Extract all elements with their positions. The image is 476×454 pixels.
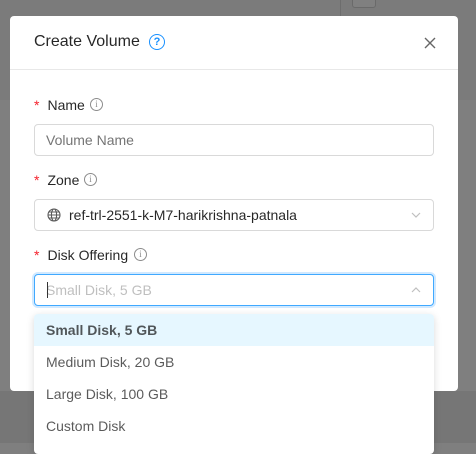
modal-header: Create Volume ? — [10, 16, 458, 70]
zone-label-text: Zone — [47, 172, 80, 188]
required-mark: * — [34, 172, 40, 188]
dropdown-option[interactable]: Medium Disk, 20 GB — [34, 346, 434, 378]
required-mark: * — [34, 247, 40, 263]
zone-select[interactable]: ref-trl-2551-k-M7-harikrishna-patnala — [34, 199, 434, 231]
info-circle-icon[interactable]: i — [90, 98, 103, 111]
disk-offering-placeholder: Small Disk, 5 GB — [46, 282, 152, 298]
dropdown-option[interactable]: Small Disk, 5 GB — [34, 314, 434, 346]
modal-title: Create Volume — [34, 33, 140, 50]
zone-value: ref-trl-2551-k-M7-harikrishna-patnala — [69, 207, 297, 223]
question-circle-icon[interactable]: ? — [149, 34, 165, 50]
close-icon[interactable] — [422, 35, 438, 51]
background-button — [352, 0, 376, 8]
name-label: * Name — [34, 97, 85, 113]
disk-offering-label: * Disk Offering — [34, 247, 128, 263]
disk-offering-dropdown: Small Disk, 5 GB Medium Disk, 20 GB Larg… — [34, 314, 434, 454]
zone-label: * Zone — [34, 172, 79, 188]
disk-offering-select[interactable]: Small Disk, 5 GB — [34, 274, 434, 306]
info-circle-icon[interactable]: i — [84, 173, 97, 186]
dropdown-option[interactable]: Large Disk, 100 GB — [34, 378, 434, 410]
disk-offering-label-text: Disk Offering — [47, 247, 129, 263]
globe-icon — [47, 208, 61, 222]
info-circle-icon[interactable]: i — [134, 248, 147, 261]
text-caret — [47, 282, 48, 298]
background-divider — [340, 0, 341, 16]
chevron-down-icon — [411, 212, 421, 218]
volume-name-input[interactable] — [34, 124, 434, 156]
dropdown-option[interactable]: Custom Disk — [34, 410, 434, 442]
required-mark: * — [34, 97, 40, 113]
chevron-up-icon — [411, 287, 421, 293]
name-label-text: Name — [47, 97, 85, 113]
